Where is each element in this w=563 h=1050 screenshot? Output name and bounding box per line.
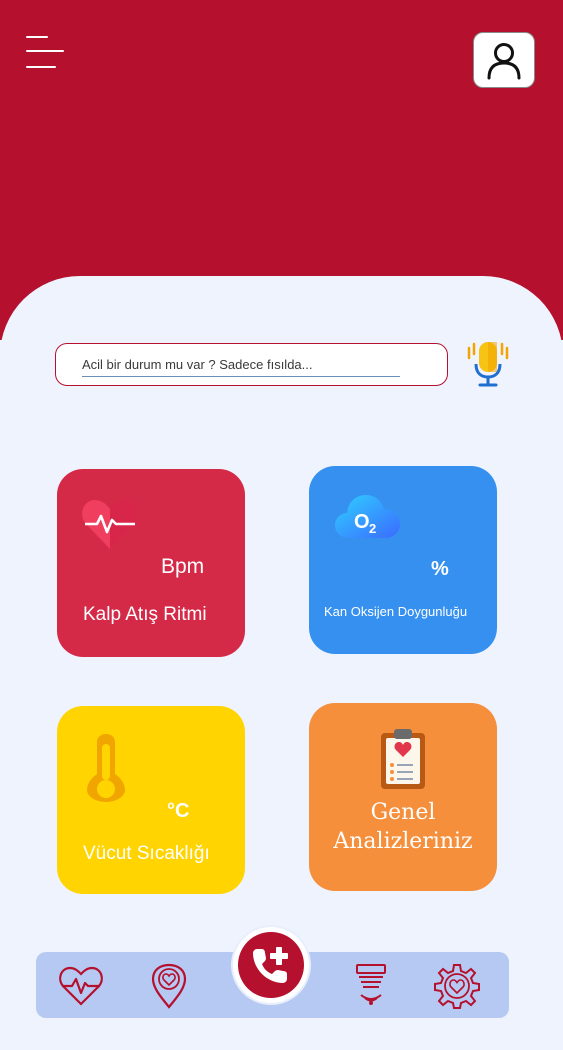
emergency-search-input[interactable] — [82, 350, 400, 378]
heart-location-pin-icon[interactable] — [145, 962, 193, 1010]
profile-button[interactable] — [473, 32, 535, 88]
wireless-sensor-icon[interactable] — [347, 962, 395, 1010]
emergency-search-box[interactable] — [55, 343, 448, 386]
temperature-label: Vücut Sıcaklığı — [83, 843, 210, 864]
svg-text:O: O — [354, 511, 370, 533]
thermometer-icon — [87, 734, 125, 802]
heart-pulse-icon[interactable] — [57, 962, 105, 1010]
svg-text:2: 2 — [369, 521, 376, 536]
search-underline — [82, 376, 400, 377]
clipboard-heart-icon — [381, 729, 425, 789]
phone-plus-icon — [238, 932, 304, 998]
analysis-label-line2: Analizleriniz — [333, 829, 473, 854]
hamburger-menu-icon[interactable] — [26, 34, 66, 70]
o2-cloud-icon: O 2 — [335, 495, 400, 538]
general-analysis-card[interactable]: Genel Analizleriniz — [309, 703, 497, 891]
oxygen-unit: % — [431, 558, 449, 580]
heart-rate-label: Kalp Atış Ritmi — [83, 604, 207, 625]
microphone-icon[interactable] — [466, 340, 510, 388]
heartbeat-icon — [82, 500, 138, 549]
heart-rate-card[interactable]: Bpm Kalp Atış Ritmi — [57, 469, 245, 657]
oxygen-label: Kan Oksijen Doygunluğu — [324, 604, 468, 619]
heart-gear-icon[interactable] — [433, 962, 481, 1010]
emergency-call-button[interactable] — [233, 927, 309, 1003]
oxygen-card[interactable]: O 2 % Kan Oksijen Doygunluğu — [309, 466, 497, 654]
heart-rate-unit: Bpm — [161, 555, 205, 578]
analysis-label-line1: Genel — [370, 800, 436, 825]
user-profile-icon — [487, 43, 521, 80]
temperature-card[interactable]: °C Vücut Sıcaklığı — [57, 706, 245, 894]
temperature-unit: °C — [167, 800, 190, 822]
